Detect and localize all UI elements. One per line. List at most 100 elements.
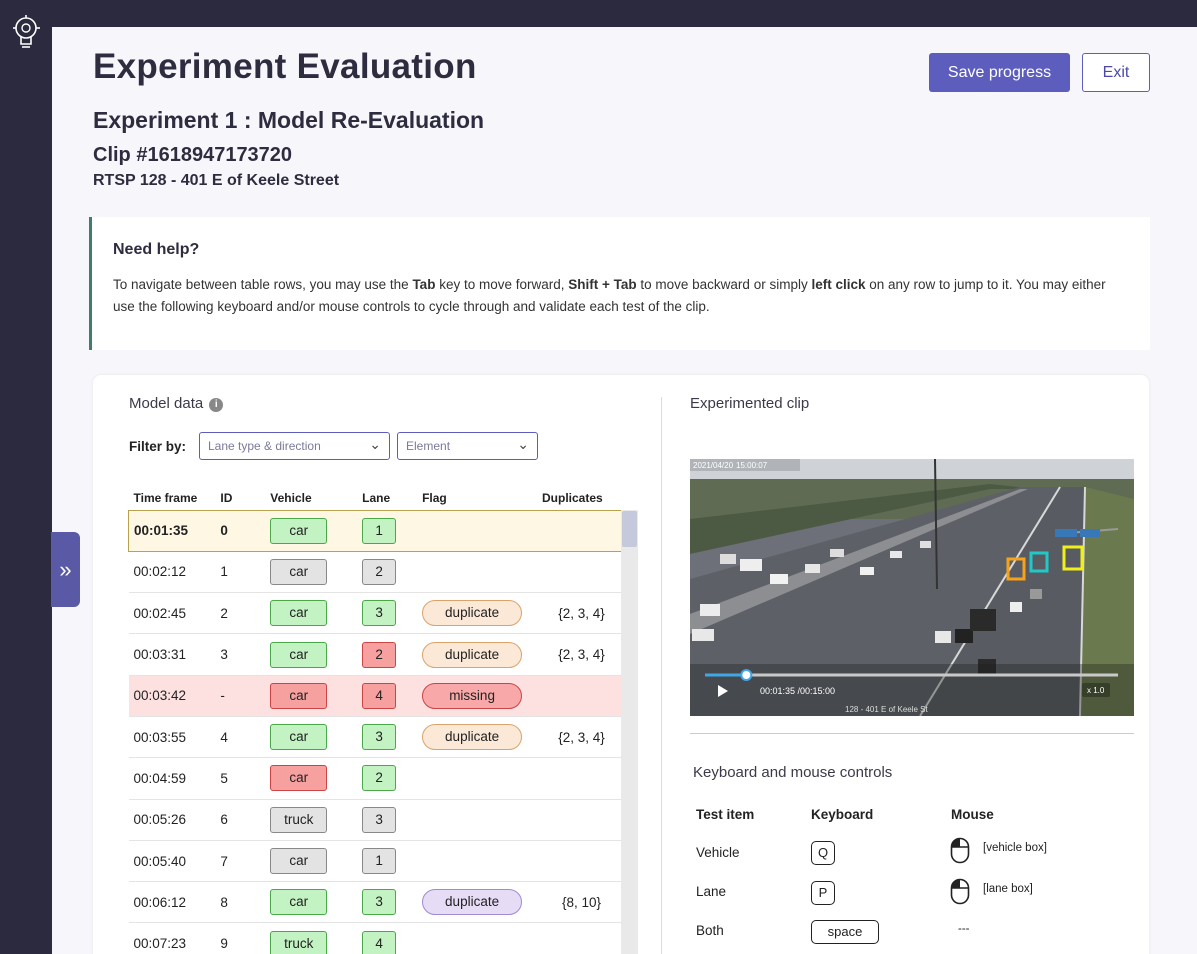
- save-progress-button[interactable]: Save progress: [929, 53, 1070, 92]
- mouse-icon: [950, 837, 970, 864]
- vehicle-chip[interactable]: car: [270, 600, 328, 627]
- experiment-title: Experiment 1 : Model Re-Evaluation: [93, 107, 485, 133]
- vehicle-chip[interactable]: car: [270, 682, 328, 709]
- lane-direction-filter[interactable]: Lane type & direction ⌄: [199, 432, 390, 460]
- video-time-display: 00:01:35 /00:15:00: [760, 686, 835, 696]
- cell-time-frame: 00:06:12: [128, 881, 221, 924]
- clip-video-player[interactable]: 2021/04/20 15:00:07 00:01:35 /00:15:00 x…: [690, 459, 1134, 716]
- table-scrollbar[interactable]: [621, 510, 638, 954]
- col-time-frame[interactable]: Time frame: [129, 486, 221, 510]
- table-row[interactable]: 00:04:59 5 car 2: [128, 757, 621, 800]
- cell-lane: 4: [362, 675, 423, 717]
- lane-chip[interactable]: 2: [362, 765, 397, 792]
- cell-time-frame: 00:02:12: [128, 551, 221, 594]
- vehicle-chip[interactable]: car: [270, 641, 328, 668]
- cell-flag: [422, 551, 543, 594]
- scrollbar-thumb[interactable]: [622, 511, 637, 547]
- cell-duplicates: [542, 840, 621, 883]
- vehicle-chip[interactable]: car: [270, 765, 328, 792]
- col-id[interactable]: ID: [220, 486, 270, 510]
- lane-chip[interactable]: 4: [362, 682, 397, 709]
- double-chevron-right-icon[interactable]: »: [51, 532, 80, 607]
- clip-location: RTSP 128 - 401 E of Keele Street: [93, 172, 340, 189]
- cell-id: 0: [220, 509, 271, 552]
- info-icon[interactable]: i: [209, 398, 224, 412]
- vehicle-chip[interactable]: car: [270, 724, 328, 751]
- table-row[interactable]: 00:05:40 7 car 1: [128, 840, 621, 883]
- vehicle-chip[interactable]: truck: [270, 806, 328, 833]
- lane-chip[interactable]: 2: [362, 558, 397, 585]
- chevron-down-icon: ⌄: [369, 436, 381, 452]
- help-callout: Need help? To navigate between table row…: [89, 217, 1150, 350]
- video-speed[interactable]: x 1.0: [1087, 686, 1105, 695]
- table-row[interactable]: 00:03:55 4 car 3 duplicate {2, 3, 4}: [128, 716, 621, 759]
- video-progress-knob[interactable]: [740, 669, 753, 681]
- lane-chip[interactable]: 1: [362, 848, 397, 875]
- element-filter-placeholder: Element: [406, 439, 451, 453]
- table-row[interactable]: 00:05:26 6 truck 3: [128, 799, 621, 841]
- help-text: To navigate between table rows, you may …: [113, 274, 1123, 318]
- lane-chip[interactable]: 1: [362, 517, 397, 544]
- table-row[interactable]: 00:02:45 2 car 3 duplicate {2, 3, 4}: [128, 592, 621, 635]
- cell-flag: duplicate: [422, 716, 543, 759]
- vehicle-chip[interactable]: truck: [270, 930, 328, 954]
- main-content: Experiment Evaluation Experiment 1 : Mod…: [52, 27, 1197, 954]
- lightbulb-gear-icon[interactable]: [11, 14, 43, 50]
- controls-title: Keyboard and mouse controls: [693, 764, 893, 781]
- video-caption: 128 - 401 E of Keele St: [845, 705, 929, 714]
- table-row[interactable]: 00:07:23 9 truck 4: [128, 922, 621, 954]
- flag-pill[interactable]: missing: [422, 682, 523, 709]
- cell-lane: 3: [362, 881, 423, 924]
- lane-chip[interactable]: 3: [362, 889, 397, 916]
- flag-pill[interactable]: duplicate: [422, 889, 523, 916]
- help-text-part: key to move forward,: [435, 277, 569, 292]
- table-row[interactable]: 00:01:35 0 car 1: [128, 509, 621, 552]
- cell-duplicates: [542, 509, 621, 552]
- cell-time-frame: 00:03:42: [128, 675, 221, 717]
- cell-vehicle: car: [270, 757, 363, 800]
- flag-pill[interactable]: duplicate: [422, 724, 523, 751]
- lane-filter-placeholder: Lane type & direction: [208, 439, 321, 453]
- col-duplicates[interactable]: Duplicates: [542, 486, 621, 510]
- cell-vehicle: car: [270, 675, 363, 717]
- panel-divider: [661, 397, 662, 954]
- vehicle-chip[interactable]: car: [270, 517, 328, 544]
- table-row[interactable]: 00:02:12 1 car 2: [128, 551, 621, 594]
- table-row[interactable]: 00:03:42- car 4 missing: [128, 675, 621, 717]
- page-title: Experiment Evaluation: [93, 47, 477, 86]
- vehicle-chip[interactable]: car: [270, 889, 328, 916]
- lane-chip[interactable]: 2: [362, 641, 397, 668]
- cell-id: 3: [220, 633, 271, 676]
- col-lane[interactable]: Lane: [362, 486, 422, 510]
- lane-chip[interactable]: 4: [362, 930, 397, 954]
- cell-lane: 4: [362, 922, 423, 954]
- cell-id: 7: [220, 840, 271, 883]
- left-rail: [0, 0, 52, 954]
- cell-flag: [422, 799, 543, 841]
- vehicle-chip[interactable]: car: [270, 848, 328, 875]
- mouse-icon: [950, 878, 970, 905]
- key-q: Q: [811, 841, 835, 865]
- col-vehicle[interactable]: Vehicle: [270, 486, 362, 510]
- cell-lane: 3: [362, 716, 423, 759]
- cell-flag: [422, 757, 543, 800]
- table-row[interactable]: 00:03:31 3 car 2 duplicate {2, 3, 4}: [128, 633, 621, 676]
- help-title: Need help?: [113, 241, 200, 258]
- help-left-click: left click: [811, 277, 866, 292]
- vehicle-chip[interactable]: car: [270, 558, 328, 585]
- controls-header-mouse: Mouse: [951, 807, 994, 822]
- lane-chip[interactable]: 3: [362, 724, 397, 751]
- col-flag[interactable]: Flag: [422, 486, 542, 510]
- cell-vehicle: car: [270, 716, 363, 759]
- cell-id: -: [220, 675, 271, 717]
- lane-chip[interactable]: 3: [362, 806, 397, 833]
- flag-pill[interactable]: duplicate: [422, 641, 523, 668]
- lane-chip[interactable]: 3: [362, 600, 397, 627]
- exit-button[interactable]: Exit: [1082, 53, 1150, 92]
- cell-flag: [422, 922, 543, 954]
- element-filter[interactable]: Element ⌄: [397, 432, 538, 460]
- cell-time-frame: 00:05:26: [128, 799, 221, 841]
- cell-vehicle: car: [270, 592, 363, 635]
- table-row[interactable]: 00:06:12 8 car 3 duplicate {8, 10}: [128, 881, 621, 924]
- flag-pill[interactable]: duplicate: [422, 600, 523, 627]
